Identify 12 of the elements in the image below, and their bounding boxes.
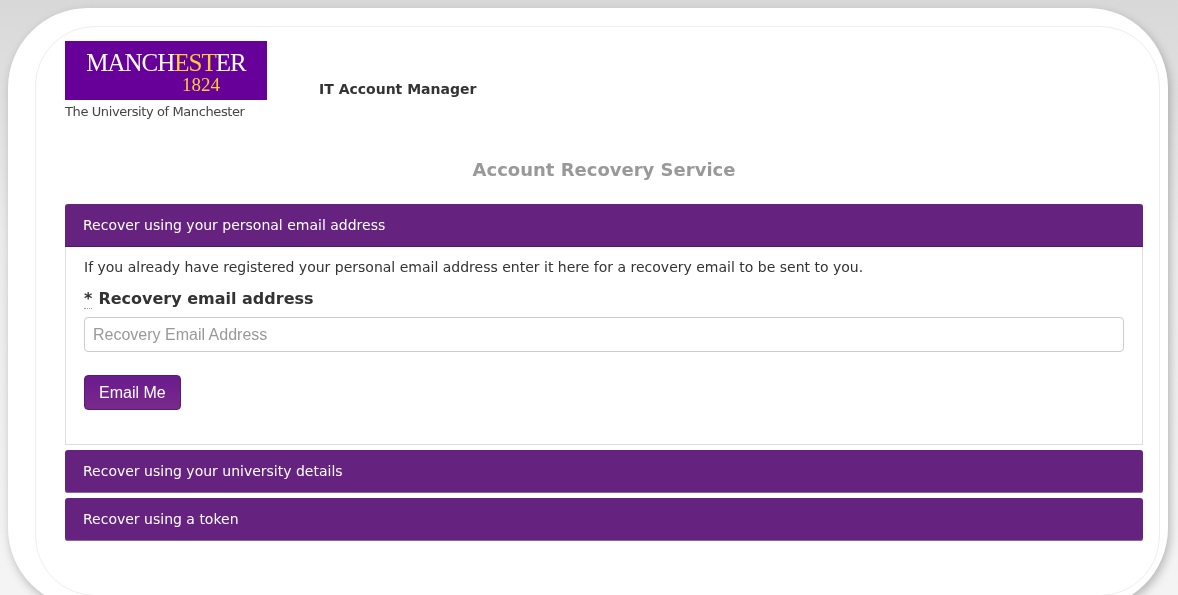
- page-title: Account Recovery Service: [471, 159, 737, 180]
- section-header[interactable]: Recover using your university details: [65, 450, 1143, 493]
- intro-text: If you already have registered your personal email address enter it here for a recovery email to be sent to you.: [84, 259, 865, 275]
- logo-caption: The University of Manchester: [65, 104, 246, 119]
- field-label: Recovery email address: [98, 289, 314, 309]
- required-mark: *: [84, 289, 93, 309]
- section-header[interactable]: Recover using your personal email address: [65, 204, 1143, 247]
- app-title: IT Account Manager: [319, 81, 477, 97]
- email-me-button[interactable]: Email Me: [84, 375, 181, 410]
- section-header[interactable]: Recover using a token: [65, 498, 1143, 541]
- email-input[interactable]: Recovery Email Address: [84, 317, 1124, 352]
- university-logo: MANCHESTER 1824: [65, 41, 267, 100]
